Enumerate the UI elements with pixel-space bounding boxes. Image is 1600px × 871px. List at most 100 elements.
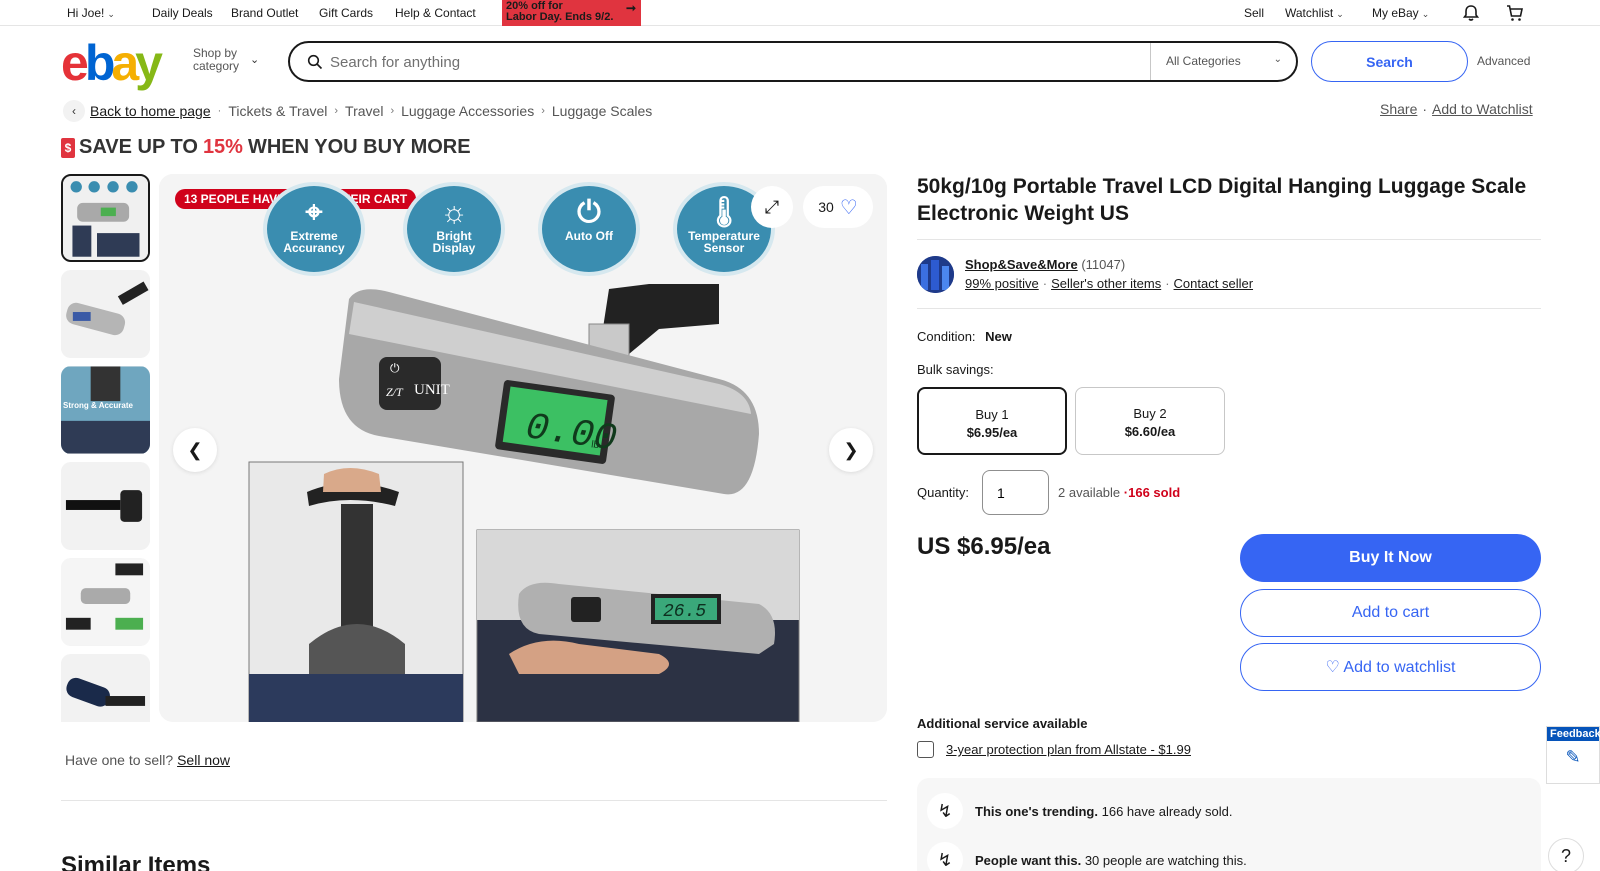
bulk-option-buy-2[interactable]: Buy 2 $6.60/ea bbox=[1075, 387, 1225, 455]
chevron-left-icon[interactable]: ‹ bbox=[63, 100, 85, 122]
logo-letter-a: a bbox=[111, 35, 139, 91]
chevron-down-icon[interactable]: ⌄ bbox=[250, 53, 259, 66]
contact-seller-link[interactable]: Contact seller bbox=[1174, 276, 1253, 291]
watchers-signal: ↯ People want this. 30 people are watchi… bbox=[927, 842, 1247, 871]
condition-label: Condition: bbox=[917, 329, 976, 344]
sell-now-link[interactable]: Sell now bbox=[177, 752, 230, 768]
ebay-logo[interactable]: ebay bbox=[61, 35, 163, 91]
thumbnail-5[interactable] bbox=[61, 558, 150, 646]
thumbnail-3[interactable]: Strong & Accurate bbox=[61, 366, 150, 454]
shop-by-category-button[interactable]: Shop by category bbox=[193, 47, 239, 73]
trending-text: 166 have already sold. bbox=[1101, 803, 1233, 819]
available-count: 2 available bbox=[1058, 485, 1121, 500]
similar-items-heading: Similar Items bbox=[61, 852, 211, 871]
search-bar: All Categories ⌄ bbox=[288, 41, 1298, 82]
protection-plan-checkbox[interactable] bbox=[917, 741, 934, 758]
protection-plan-link[interactable]: 3-year protection plan from Allstate - $… bbox=[946, 742, 1191, 757]
divider bbox=[917, 239, 1541, 240]
seller-positive-link[interactable]: 99% positive bbox=[965, 276, 1039, 291]
help-contact-link[interactable]: Help & Contact bbox=[395, 6, 476, 20]
bulk-savings-label: Bulk savings: bbox=[917, 362, 994, 377]
advanced-search-link[interactable]: Advanced bbox=[1477, 54, 1530, 68]
bell-icon[interactable] bbox=[1461, 3, 1481, 23]
device-unit-label: UNIT bbox=[414, 382, 450, 398]
expand-icon[interactable]: ⤢ bbox=[751, 186, 793, 228]
price-tag-icon: $ bbox=[61, 137, 75, 158]
feature-line-1: Auto Off bbox=[565, 229, 613, 243]
breadcrumb-item[interactable]: Luggage Accessories bbox=[401, 103, 534, 119]
category-select[interactable]: All Categories ⌄ bbox=[1150, 43, 1296, 80]
breadcrumb-item[interactable]: Tickets & Travel bbox=[228, 103, 327, 119]
scale-thumbnail-image bbox=[63, 176, 148, 260]
logo-letter-e: e bbox=[61, 35, 89, 91]
wanted-text: 30 people are watching this. bbox=[1084, 852, 1247, 868]
gift-cards-link[interactable]: Gift Cards bbox=[319, 6, 373, 20]
thumbnail-1[interactable] bbox=[61, 174, 150, 262]
seller-info: Shop&Save&More (11047) bbox=[965, 257, 1125, 272]
feature-line-2: Accurancy bbox=[283, 241, 345, 255]
arrow-right-icon: ➞ bbox=[625, 1, 636, 15]
seller-feedback-count: (11047) bbox=[1081, 257, 1126, 272]
search-button[interactable]: Search bbox=[1311, 41, 1468, 82]
my-ebay-text: My eBay bbox=[1372, 6, 1419, 20]
share-link[interactable]: Share bbox=[1380, 101, 1417, 117]
help-button[interactable]: ? bbox=[1548, 838, 1584, 871]
breadcrumb-item[interactable]: Travel bbox=[345, 103, 383, 119]
svg-text:⏻: ⏻ bbox=[390, 361, 400, 375]
breadcrumb-item[interactable]: Luggage Scales bbox=[552, 103, 652, 119]
thumbnail-4[interactable] bbox=[61, 462, 150, 550]
seller-name-link[interactable]: Shop&Save&More bbox=[965, 257, 1078, 272]
trending-bold: This one's trending. bbox=[975, 803, 1098, 819]
search-input[interactable] bbox=[330, 50, 1110, 74]
watch-count-button[interactable]: 30 ♡ bbox=[803, 186, 873, 228]
bulk-option-buy-1[interactable]: Buy 1 $6.95/ea bbox=[917, 387, 1067, 455]
seller-avatar[interactable] bbox=[917, 256, 954, 293]
thumbnail-2[interactable] bbox=[61, 270, 150, 358]
heart-icon: ♡ bbox=[1325, 659, 1340, 676]
feature-badge-display: ☼ Bright Display bbox=[403, 182, 505, 276]
heart-icon: ♡ bbox=[839, 196, 858, 219]
product-title: 50kg/10g Portable Travel LCD Digital Han… bbox=[917, 175, 1527, 225]
next-image-button[interactable]: ❯ bbox=[829, 428, 873, 472]
sell-link[interactable]: Sell bbox=[1244, 6, 1264, 20]
scale-thumbnail-image bbox=[61, 654, 150, 722]
main-product-image[interactable]: ⏻ Z/T UNIT 0.00 lb 26.5 13 PEOPLE HAVE T… bbox=[159, 174, 887, 722]
divider bbox=[61, 800, 887, 801]
promo-banner[interactable]: 20% off for Labor Day. Ends 9/2. ➞ bbox=[502, 0, 641, 26]
share-actions: Share · Add to Watchlist bbox=[1380, 101, 1533, 117]
feature-line-2: Sensor bbox=[703, 241, 745, 255]
sold-count: 166 sold bbox=[1128, 485, 1181, 500]
watch-count: 30 bbox=[818, 199, 834, 215]
add-to-watchlist-link[interactable]: Add to Watchlist bbox=[1432, 101, 1533, 117]
chevron-down-icon: ⌄ bbox=[1273, 54, 1282, 65]
greeting-text: Hi Joe! bbox=[67, 6, 105, 20]
cart-icon[interactable] bbox=[1505, 3, 1525, 23]
feature-badge-auto-off: ⏻ Auto Off bbox=[538, 182, 640, 276]
previous-image-button[interactable]: ❮ bbox=[173, 428, 217, 472]
feature-badge-accuracy: ⌖ Extreme Accurancy bbox=[263, 182, 365, 276]
add-to-cart-button[interactable]: Add to cart bbox=[1240, 589, 1541, 637]
condition-row: Condition: New bbox=[917, 329, 1012, 344]
watchlist-menu[interactable]: Watchlist ⌄ bbox=[1285, 6, 1344, 20]
watchlist-text: Watchlist bbox=[1285, 6, 1334, 20]
separator-dot: · bbox=[1165, 276, 1170, 291]
quantity-input[interactable] bbox=[982, 470, 1049, 515]
seller-other-items-link[interactable]: Seller's other items bbox=[1051, 276, 1161, 291]
lightning-icon: ↯ bbox=[927, 842, 963, 871]
chevron-right-icon: ❯ bbox=[843, 440, 859, 460]
buy-it-now-button[interactable]: Buy It Now bbox=[1240, 534, 1541, 582]
scale-thumbnail-image bbox=[61, 366, 150, 454]
back-to-home-link[interactable]: Back to home page bbox=[90, 103, 211, 119]
chevron-left-icon: ❮ bbox=[187, 440, 203, 460]
top-bar: Hi Joe! ⌄ Daily Deals Brand Outlet Gift C… bbox=[0, 0, 1600, 26]
add-to-watchlist-button[interactable]: ♡ Add to watchlist bbox=[1240, 643, 1541, 691]
my-ebay-menu[interactable]: My eBay ⌄ bbox=[1372, 6, 1429, 20]
chevron-right-icon: › bbox=[541, 105, 545, 117]
daily-deals-link[interactable]: Daily Deals bbox=[152, 6, 213, 20]
thumbnail-6[interactable] bbox=[61, 654, 150, 722]
brand-outlet-link[interactable]: Brand Outlet bbox=[231, 6, 298, 20]
scale-thumbnail-image bbox=[61, 462, 150, 550]
feedback-widget[interactable]: Feedback ✎ bbox=[1546, 726, 1600, 784]
greeting-menu[interactable]: Hi Joe! ⌄ bbox=[67, 6, 115, 20]
thumbnail-strip: Strong & Accurate bbox=[61, 174, 151, 722]
